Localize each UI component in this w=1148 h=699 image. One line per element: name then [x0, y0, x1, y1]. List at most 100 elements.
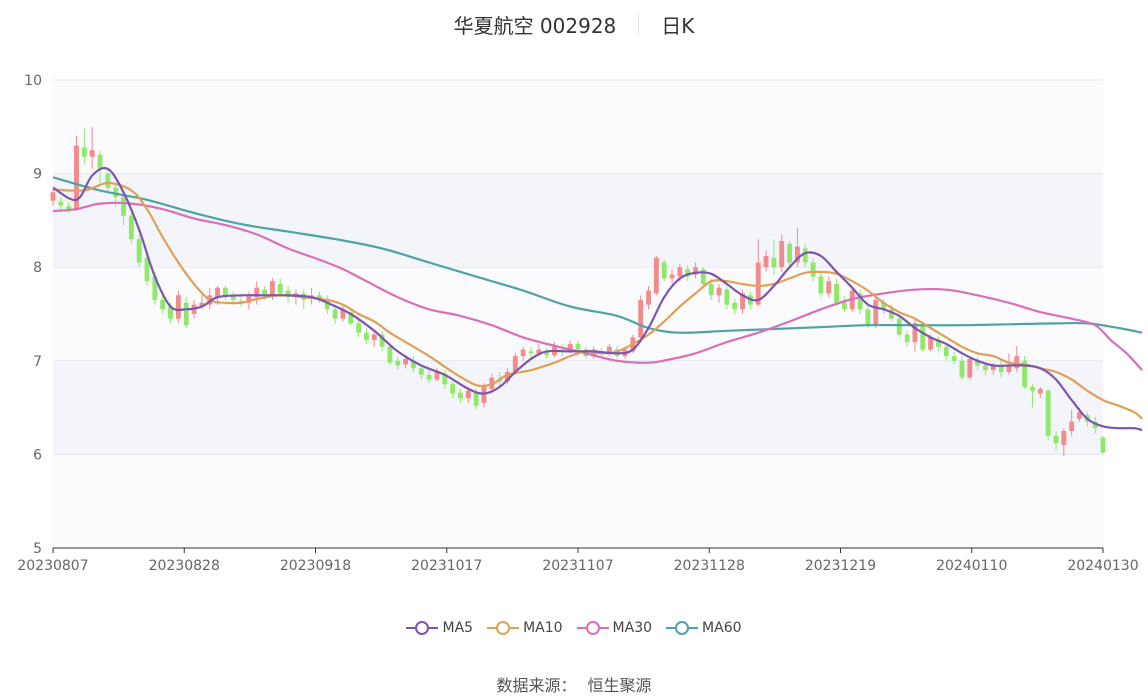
candle-body [332, 309, 338, 319]
candle-body [136, 239, 142, 263]
legend-item-ma5[interactable]: MA5 [406, 620, 473, 636]
legend-label: MA5 [442, 620, 474, 636]
plot-band [53, 360, 1103, 455]
candle-body [371, 334, 377, 341]
candle-body [787, 243, 792, 263]
candle-body [364, 332, 369, 341]
y-tick-label: 9 [33, 167, 42, 183]
candle-body [724, 289, 730, 305]
y-tick-label: 7 [33, 354, 42, 370]
candle-body [575, 343, 581, 350]
candle-body [967, 358, 973, 378]
candle-body [802, 248, 808, 263]
candle-body [810, 262, 816, 277]
plot-band [53, 173, 1103, 268]
candle-body [418, 368, 424, 375]
candle-body [395, 360, 401, 366]
candle-body [708, 284, 714, 296]
candle-body [66, 206, 72, 210]
legend-item-ma10[interactable]: MA10 [487, 620, 563, 636]
x-tick-label: 20230828 [149, 558, 220, 574]
candle-body [269, 281, 275, 296]
candle-body [834, 284, 840, 303]
candle-body [865, 309, 871, 326]
candle-body [403, 358, 409, 365]
candle-body [669, 274, 675, 279]
candle-body [473, 392, 479, 406]
legend-label: MA30 [612, 620, 653, 636]
candle-body [450, 384, 456, 394]
x-tick-label: 20240130 [1067, 558, 1138, 574]
candle-body [716, 287, 722, 296]
candle-body [97, 154, 103, 169]
source-value: 恒生聚源 [587, 676, 652, 695]
x-tick-label: 20231017 [411, 558, 482, 574]
x-tick-label: 20231107 [542, 558, 613, 574]
candle-body [175, 295, 181, 319]
candle-body [105, 173, 111, 188]
candle-body [732, 302, 738, 310]
candle-body [951, 356, 957, 361]
chart-legend: MA5 MA10 MA30 MA60 [0, 620, 1148, 636]
candle-body [426, 374, 432, 380]
candle-body [481, 387, 487, 403]
candle-body [121, 197, 126, 216]
x-tick-label: 20231219 [805, 558, 876, 574]
candle-body [1014, 356, 1020, 369]
kline-chart: 5 6 7 8 9 10 20230807 20230828 20230918 20231017 2… [17, 73, 1144, 574]
candle-body [458, 392, 463, 399]
candle-body [89, 150, 95, 157]
legend-label: MA60 [702, 620, 742, 636]
candle-body [1030, 387, 1035, 391]
plot-band [53, 80, 1103, 174]
candle-body [826, 281, 832, 294]
legend-marker-icon [576, 621, 609, 635]
plot-band [53, 454, 1103, 548]
candle-body [528, 351, 534, 354]
candle-body [520, 349, 526, 357]
legend-item-ma60[interactable]: MA60 [666, 620, 742, 636]
y-tick-label: 5 [33, 541, 42, 557]
candle-body [356, 323, 362, 333]
candle-body [128, 215, 134, 240]
candle-body [277, 284, 283, 294]
y-tick-label: 8 [33, 260, 42, 276]
candle-body [959, 360, 965, 378]
legend-marker-icon [666, 621, 699, 635]
candle-body [661, 262, 667, 279]
y-tick-label: 6 [33, 447, 42, 463]
candle-body [1100, 437, 1106, 453]
candle-body [1053, 435, 1059, 444]
legend-item-ma30[interactable]: MA30 [576, 620, 653, 636]
legend-marker-icon [406, 621, 439, 635]
legend-label: MA10 [523, 620, 563, 636]
candle-body [1045, 390, 1051, 436]
candle-body [983, 365, 988, 371]
x-tick-label: 20230807 [17, 558, 88, 574]
candle-body [677, 267, 683, 277]
candle-body [58, 201, 64, 206]
candle-body [771, 257, 777, 268]
x-tick-label: 20240110 [936, 558, 1007, 574]
candle-body [896, 318, 902, 335]
candle-body [160, 299, 166, 310]
candle-body [465, 390, 471, 399]
source-label: 数据来源： [496, 676, 577, 695]
candle-body [1037, 388, 1043, 394]
candle-body [387, 346, 393, 363]
x-tick-label: 20230918 [280, 558, 351, 574]
data-source: 数据来源： 恒生聚源 [0, 672, 1148, 696]
candle-body [841, 302, 847, 310]
candle-body [920, 325, 926, 350]
legend-marker-icon [487, 621, 520, 635]
candle-body [1069, 421, 1075, 431]
x-tick-label: 20231128 [674, 558, 745, 574]
candle-body [943, 346, 949, 357]
candle-body [183, 302, 189, 326]
candle-body [873, 299, 879, 326]
candle-body [81, 147, 87, 157]
candle-body [763, 255, 769, 268]
candle-body [904, 334, 910, 343]
candle-body [646, 290, 651, 305]
candle-body [779, 240, 785, 268]
